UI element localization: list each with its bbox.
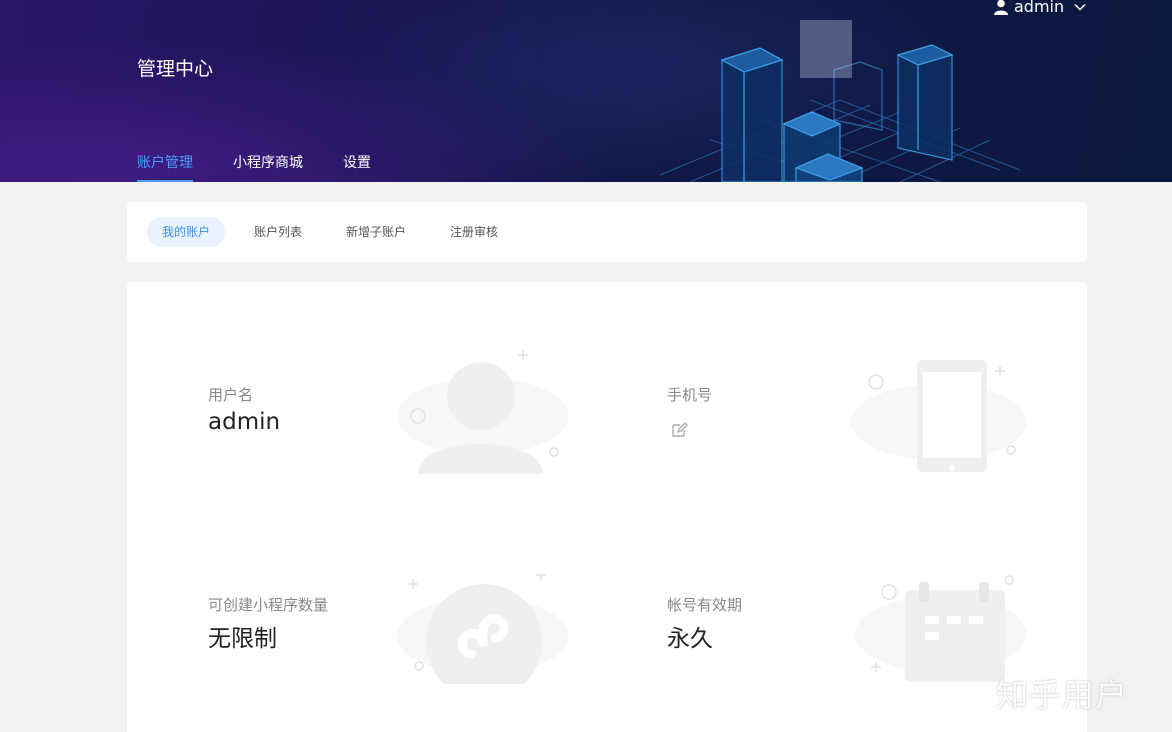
isometric-city-illustration — [659, 20, 1021, 182]
chevron-down-icon — [1074, 3, 1086, 11]
nav-item-account-management[interactable]: 账户管理 — [137, 152, 193, 182]
miniprogram-quota-value: 无限制 — [208, 626, 277, 652]
username-value: admin — [208, 409, 281, 435]
miniprogram-quota-block: 可创建小程序数量 无限制 — [208, 594, 328, 653]
nav-item-settings[interactable]: 设置 — [343, 152, 371, 182]
edit-icon[interactable] — [670, 421, 688, 439]
person-icon — [397, 350, 568, 474]
mobile-phone-icon — [851, 360, 1027, 472]
watermark: 知乎用户 — [996, 676, 1129, 714]
user-menu[interactable]: admin — [994, 0, 1086, 16]
sub-nav-tabs: 我的账户 账户列表 新增子账户 注册审核 — [127, 202, 1087, 262]
main-nav: 账户管理 小程序商城 设置 — [137, 152, 371, 182]
nav-item-miniprogram-mall[interactable]: 小程序商城 — [233, 152, 303, 182]
miniprogram-quota-label: 可创建小程序数量 — [208, 596, 329, 614]
tab-account-list[interactable]: 账户列表 — [239, 217, 317, 247]
user-name: admin — [1014, 0, 1065, 16]
header-banner: 管理中心 admin 账户管理 小程序商城 设置 — [0, 0, 1172, 182]
account-info-panel: 用户名 admin 手机号 可创建小程序数量 无限制 帐号有效期 永久 — [127, 282, 1087, 732]
validity-label: 帐号有效期 — [667, 596, 743, 614]
phone-label: 手机号 — [667, 386, 713, 404]
phone-block: 手机号 — [667, 384, 712, 443]
tab-my-account[interactable]: 我的账户 — [147, 217, 226, 247]
username-label: 用户名 — [208, 386, 254, 404]
user-icon — [994, 0, 1008, 15]
tab-add-sub-account[interactable]: 新增子账户 — [331, 217, 421, 247]
validity-value: 永久 — [667, 626, 713, 652]
tab-registration-review[interactable]: 注册审核 — [435, 217, 513, 247]
validity-block: 帐号有效期 永久 — [667, 594, 742, 653]
username-block: 用户名 admin — [208, 384, 280, 435]
page-title: 管理中心 — [137, 58, 214, 80]
miniprogram-icon — [397, 574, 568, 684]
